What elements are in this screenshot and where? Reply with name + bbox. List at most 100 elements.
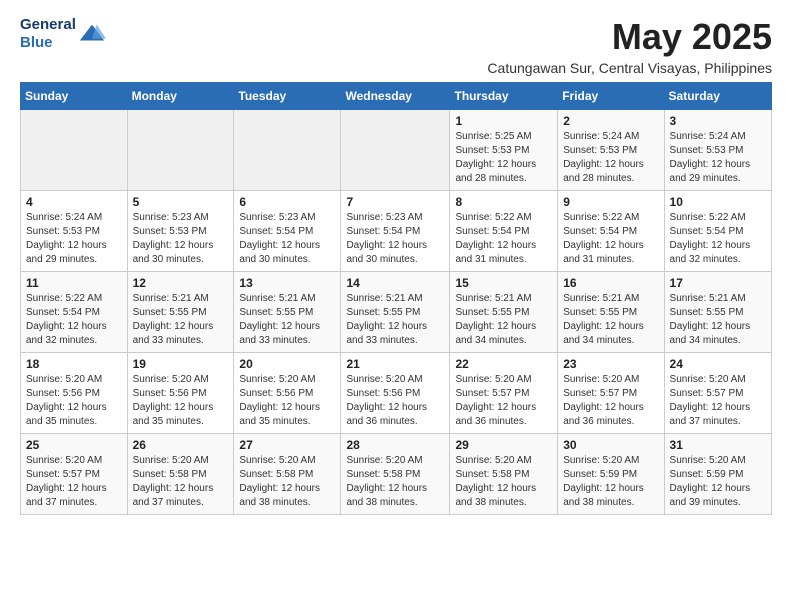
- day-number: 4: [26, 195, 122, 209]
- day-info: Sunrise: 5:22 AMSunset: 5:54 PMDaylight:…: [670, 211, 766, 267]
- calendar-cell: 15Sunrise: 5:21 AMSunset: 5:55 PMDayligh…: [450, 272, 558, 353]
- daylight-label: Daylight: 12 hours: [563, 240, 644, 251]
- calendar-cell: 29 Sunrise: 5:20 AMSunset: 5:58 PMDayligh…: [450, 434, 558, 515]
- calendar-cell: 3 Sunrise: 5:24 AMSunset: 5:53 PMDaylight…: [664, 110, 771, 191]
- day-info: Sunrise: 5:20 AMSunset: 5:57 PMDaylight:…: [670, 373, 766, 429]
- day-number: 8: [455, 195, 552, 209]
- page-header: General Blue May 2025 Catungawan Sur, Ce…: [20, 16, 772, 76]
- day-number: 20: [239, 357, 335, 371]
- calendar-cell: 2 Sunrise: 5:24 AMSunset: 5:53 PMDaylight…: [558, 110, 664, 191]
- calendar-cell: 30 Sunrise: 5:20 AMSunset: 5:59 PMDayligh…: [558, 434, 664, 515]
- calendar-cell: 9 Sunrise: 5:22 AMSunset: 5:54 PMDaylight…: [558, 191, 664, 272]
- day-number: 3: [670, 114, 766, 128]
- calendar-cell: 24 Sunrise: 5:20 AMSunset: 5:57 PMDayligh…: [664, 353, 771, 434]
- calendar-cell: 6Sunrise: 5:23 AMSunset: 5:54 PMDaylight…: [234, 191, 341, 272]
- calendar-cell: 4Sunrise: 5:24 AMSunset: 5:53 PMDaylight…: [21, 191, 128, 272]
- daylight-label: Daylight: 12 hours: [455, 483, 536, 494]
- day-info: Sunrise: 5:20 AMSunset: 5:58 PMDaylight:…: [455, 454, 552, 510]
- daylight-label: Daylight: 12 hours: [670, 402, 751, 413]
- day-number: 28: [346, 438, 444, 452]
- daylight-label: Daylight: 12 hours: [346, 402, 427, 413]
- day-info: Sunrise: 5:20 AMSunset: 5:57 PMDaylight:…: [26, 454, 122, 510]
- daylight-label: Daylight: 12 hours: [133, 240, 214, 251]
- day-info: Sunrise: 5:21 AMSunset: 5:55 PMDaylight:…: [239, 292, 335, 348]
- calendar-cell: 19 Sunrise: 5:20 AMSunset: 5:56 PMDayligh…: [127, 353, 234, 434]
- calendar-cell: 27Sunrise: 5:20 AMSunset: 5:58 PMDayligh…: [234, 434, 341, 515]
- day-number: 17: [670, 276, 766, 290]
- weekday-header-tuesday: Tuesday: [234, 83, 341, 110]
- weekday-header-wednesday: Wednesday: [341, 83, 450, 110]
- daylight-label: Daylight: 12 hours: [346, 240, 427, 251]
- calendar-cell: 5Sunrise: 5:23 AMSunset: 5:53 PMDaylight…: [127, 191, 234, 272]
- day-number: 29: [455, 438, 552, 452]
- calendar-cell: 26Sunrise: 5:20 AMSunset: 5:58 PMDayligh…: [127, 434, 234, 515]
- day-number: 2: [563, 114, 658, 128]
- day-info: Sunrise: 5:21 AMSunset: 5:55 PMDaylight:…: [563, 292, 658, 348]
- day-number: 30: [563, 438, 658, 452]
- day-info: Sunrise: 5:24 AMSunset: 5:53 PMDaylight:…: [563, 130, 658, 186]
- day-number: 1: [455, 114, 552, 128]
- daylight-label: Daylight: 12 hours: [670, 321, 751, 332]
- day-info: Sunrise: 5:23 AMSunset: 5:53 PMDaylight:…: [133, 211, 229, 267]
- day-info: Sunrise: 5:22 AMSunset: 5:54 PMDaylight:…: [563, 211, 658, 267]
- title-area: May 2025 Catungawan Sur, Central Visayas…: [487, 16, 772, 76]
- day-number: 12: [133, 276, 229, 290]
- day-info: Sunrise: 5:24 AMSunset: 5:53 PMDaylight:…: [670, 130, 766, 186]
- calendar-cell: 14Sunrise: 5:21 AMSunset: 5:55 PMDayligh…: [341, 272, 450, 353]
- calendar-cell: [341, 110, 450, 191]
- day-info: Sunrise: 5:20 AMSunset: 5:56 PMDaylight:…: [239, 373, 335, 429]
- calendar-week-2: 4Sunrise: 5:24 AMSunset: 5:53 PMDaylight…: [21, 191, 772, 272]
- calendar-body: 1 Sunrise: 5:25 AMSunset: 5:53 PMDaylight…: [21, 110, 772, 515]
- calendar-cell: 20 Sunrise: 5:20 AMSunset: 5:56 PMDayligh…: [234, 353, 341, 434]
- calendar-week-5: 25Sunrise: 5:20 AMSunset: 5:57 PMDayligh…: [21, 434, 772, 515]
- calendar-cell: [127, 110, 234, 191]
- calendar-cell: 11Sunrise: 5:22 AMSunset: 5:54 PMDayligh…: [21, 272, 128, 353]
- daylight-label: Daylight: 12 hours: [133, 402, 214, 413]
- day-info: Sunrise: 5:25 AMSunset: 5:53 PMDaylight:…: [455, 130, 552, 186]
- calendar-table: SundayMondayTuesdayWednesdayThursdayFrid…: [20, 82, 772, 515]
- calendar-cell: 23Sunrise: 5:20 AMSunset: 5:57 PMDayligh…: [558, 353, 664, 434]
- daylight-label: Daylight: 12 hours: [346, 483, 427, 494]
- day-info: Sunrise: 5:20 AMSunset: 5:56 PMDaylight:…: [346, 373, 444, 429]
- daylight-label: Daylight: 12 hours: [670, 159, 751, 170]
- day-number: 16: [563, 276, 658, 290]
- day-info: Sunrise: 5:20 AMSunset: 5:58 PMDaylight:…: [133, 454, 229, 510]
- calendar-week-4: 18 Sunrise: 5:20 AMSunset: 5:56 PMDayligh…: [21, 353, 772, 434]
- weekday-header-friday: Friday: [558, 83, 664, 110]
- calendar-header-row: SundayMondayTuesdayWednesdayThursdayFrid…: [21, 83, 772, 110]
- day-number: 19: [133, 357, 229, 371]
- daylight-label: Daylight: 12 hours: [670, 483, 751, 494]
- day-info: Sunrise: 5:20 AMSunset: 5:59 PMDaylight:…: [563, 454, 658, 510]
- daylight-label: Daylight: 12 hours: [563, 159, 644, 170]
- calendar-cell: [21, 110, 128, 191]
- day-number: 27: [239, 438, 335, 452]
- daylight-label: Daylight: 12 hours: [346, 321, 427, 332]
- calendar-cell: 22Sunrise: 5:20 AMSunset: 5:57 PMDayligh…: [450, 353, 558, 434]
- day-number: 9: [563, 195, 658, 209]
- daylight-label: Daylight: 12 hours: [563, 321, 644, 332]
- calendar-cell: 1 Sunrise: 5:25 AMSunset: 5:53 PMDaylight…: [450, 110, 558, 191]
- daylight-label: Daylight: 12 hours: [133, 321, 214, 332]
- day-number: 24: [670, 357, 766, 371]
- day-number: 22: [455, 357, 552, 371]
- calendar-cell: 16 Sunrise: 5:21 AMSunset: 5:55 PMDayligh…: [558, 272, 664, 353]
- day-info: Sunrise: 5:23 AMSunset: 5:54 PMDaylight:…: [346, 211, 444, 267]
- daylight-label: Daylight: 12 hours: [26, 402, 107, 413]
- day-info: Sunrise: 5:20 AMSunset: 5:56 PMDaylight:…: [133, 373, 229, 429]
- daylight-label: Daylight: 12 hours: [455, 159, 536, 170]
- day-number: 21: [346, 357, 444, 371]
- daylight-label: Daylight: 12 hours: [239, 402, 320, 413]
- weekday-header-monday: Monday: [127, 83, 234, 110]
- daylight-label: Daylight: 12 hours: [26, 240, 107, 251]
- day-info: Sunrise: 5:22 AMSunset: 5:54 PMDaylight:…: [455, 211, 552, 267]
- day-info: Sunrise: 5:20 AMSunset: 5:59 PMDaylight:…: [670, 454, 766, 510]
- day-info: Sunrise: 5:20 AMSunset: 5:58 PMDaylight:…: [346, 454, 444, 510]
- daylight-label: Daylight: 12 hours: [455, 402, 536, 413]
- day-info: Sunrise: 5:23 AMSunset: 5:54 PMDaylight:…: [239, 211, 335, 267]
- month-title: May 2025: [487, 16, 772, 58]
- daylight-label: Daylight: 12 hours: [133, 483, 214, 494]
- calendar-cell: 18Sunrise: 5:20 AMSunset: 5:56 PMDayligh…: [21, 353, 128, 434]
- calendar-cell: [234, 110, 341, 191]
- calendar-cell: 10Sunrise: 5:22 AMSunset: 5:54 PMDayligh…: [664, 191, 771, 272]
- day-number: 18: [26, 357, 122, 371]
